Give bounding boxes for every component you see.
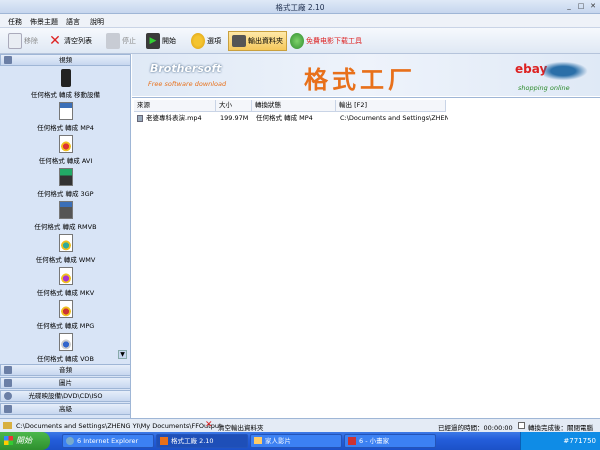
sidebar-item-mkv[interactable]: 任何格式 轉成 MKV [0,267,131,297]
stop-icon [106,33,120,49]
section-advanced-header[interactable]: 高級 [0,403,131,415]
section-image-header[interactable]: 圖片 [0,377,131,389]
brothersoft-tagline: Free software download [148,80,227,88]
sidebar-item-3gp[interactable]: 任何格式 轉成 3GP [0,168,131,198]
minimize-button[interactable]: _ [564,2,574,11]
after-done-label: 轉換完成後：關閉電腦 [528,424,593,432]
column-source[interactable]: 來源 [134,100,216,112]
ebay-logo[interactable]: ebay [515,62,547,76]
sidebar-item-mp4[interactable]: 任何格式 轉成 MP4 [0,102,131,132]
ie-icon [66,437,74,445]
ebay-tagline: shopping online [518,84,570,92]
mp4-icon [58,102,73,120]
disc-icon [4,392,12,400]
table-row[interactable]: 老婆專科表演.mp4 199.97M 任何格式 轉成 MP4 C:\Docume… [134,113,448,124]
advanced-icon [4,405,12,413]
section-video-header[interactable]: 視頻 [0,54,131,66]
sidebar-item-mpg[interactable]: 任何格式 轉成 MPG [0,300,131,330]
window-title: 格式工廠 2.10 [275,3,325,12]
row-source: 老婆專科表演.mp4 [146,114,202,122]
gear-icon [191,33,205,49]
row-output: C:\Documents and Settings\ZHENG ... [340,114,448,122]
file-list: 來源 大小 轉換狀態 輸出 [F2] 老婆專科表演.mp4 199.97M 任何… [132,97,600,418]
menu-help[interactable]: 說明 [90,17,104,27]
watermark-text: #771750 [563,437,596,445]
remove-button[interactable]: 移除 [8,31,38,51]
wmv-icon [58,234,73,252]
world-map-icon [544,60,592,82]
banner: Brothersoft Free software download 格式工厂 … [132,54,600,96]
app-icon [160,437,168,445]
mkv-icon [58,267,73,285]
red-x-icon: ✕ [49,33,61,49]
scroll-down-button[interactable]: ▼ [118,350,127,359]
vob-icon [58,333,73,351]
menu-theme[interactable]: 佈景主題 [30,17,58,27]
maximize-button[interactable]: □ [576,2,586,11]
section-audio-header[interactable]: 音頻 [0,364,131,376]
folder-icon [232,35,246,47]
start-button[interactable]: ▶ 開始 [146,31,176,51]
sidebar-item-vob[interactable]: 任何格式 轉成 VOB [0,333,131,363]
row-size: 199.97M [220,114,249,122]
section-disc-header[interactable]: 光碟映設備\DVD\CD\ISO [0,390,131,402]
sidebar-item-wmv[interactable]: 任何格式 轉成 WMV [0,234,131,264]
file-icon [137,115,143,122]
folder-icon [3,422,12,429]
output-path: C:\Documents and Settings\ZHENG YI\My Do… [16,422,222,430]
sidebar-item-mobile[interactable]: 任何格式 轉成 移動設備 [0,69,131,99]
elapsed-time: 已經過的時間：00:00:00 [438,424,513,432]
system-tray: #771750 [520,432,600,450]
avi-icon [58,135,73,153]
3gp-icon [58,168,73,186]
task-format-factory[interactable]: 格式工廠 2.10 [156,434,248,448]
paint-icon [348,437,356,445]
app-logo: 格式工厂 [304,65,416,94]
menu-bar: 任務 佈景主題 語言 說明 [0,14,600,28]
title-bar: 格式工廠 2.10 _ □ ✕ [0,0,600,14]
menu-task[interactable]: 任務 [8,17,22,27]
image-icon [4,379,12,387]
windows-logo-icon [4,436,13,445]
audio-icon [4,366,12,374]
play-icon: ▶ [146,33,160,49]
free-download-link[interactable]: 免費电影下载工具 [290,31,362,51]
column-output[interactable]: 輸出 [F2] [336,100,446,112]
folder-icon [254,437,262,444]
start-button[interactable]: 開始 [0,432,50,450]
options-button[interactable]: 選項 [191,31,221,51]
sidebar-item-rmvb[interactable]: 任何格式 轉成 RMVB [0,201,131,231]
clear-output-folder-button[interactable]: 清空輸出資料夾 [218,422,264,432]
mpg-icon [58,300,73,318]
status-bar: C:\Documents and Settings\ZHENG YI\My Do… [0,418,600,432]
task-family-videos[interactable]: 家人影片 [250,434,342,448]
video-icon [4,56,12,64]
sidebar-item-avi[interactable]: 任何格式 轉成 AVI [0,135,131,165]
task-internet-explorer[interactable]: 6 Internet Explorer [62,434,154,448]
toolbar: 移除 ✕ 清空列表 停止 ▶ 開始 選項 輸出資料夾 免費电影下载工具 [0,28,600,54]
taskbar: 開始 6 Internet Explorer 格式工廠 2.10 家人影片 6 … [0,432,600,450]
output-folder-button[interactable]: 輸出資料夾 [228,31,287,51]
row-status: 任何格式 轉成 MP4 [256,114,313,122]
globe-icon [290,33,304,49]
close-button[interactable]: ✕ [588,2,598,11]
sidebar: 視頻 任何格式 轉成 移動設備 任何格式 轉成 MP4 任何格式 轉成 AVI … [0,54,131,418]
brothersoft-logo[interactable]: Brothersoft [150,62,222,75]
rmvb-icon [58,201,73,219]
menu-language[interactable]: 語言 [66,17,80,27]
task-paint[interactable]: 6 - 小畫家 [344,434,436,448]
stop-button[interactable]: 停止 [106,31,136,51]
column-size[interactable]: 大小 [216,100,252,112]
column-status[interactable]: 轉換狀態 [252,100,336,112]
shutdown-checkbox[interactable] [518,422,525,429]
red-x-icon: ✕ [205,420,213,430]
clear-list-button[interactable]: ✕ 清空列表 [48,31,92,51]
document-icon [8,33,22,49]
mobile-device-icon [60,69,71,87]
